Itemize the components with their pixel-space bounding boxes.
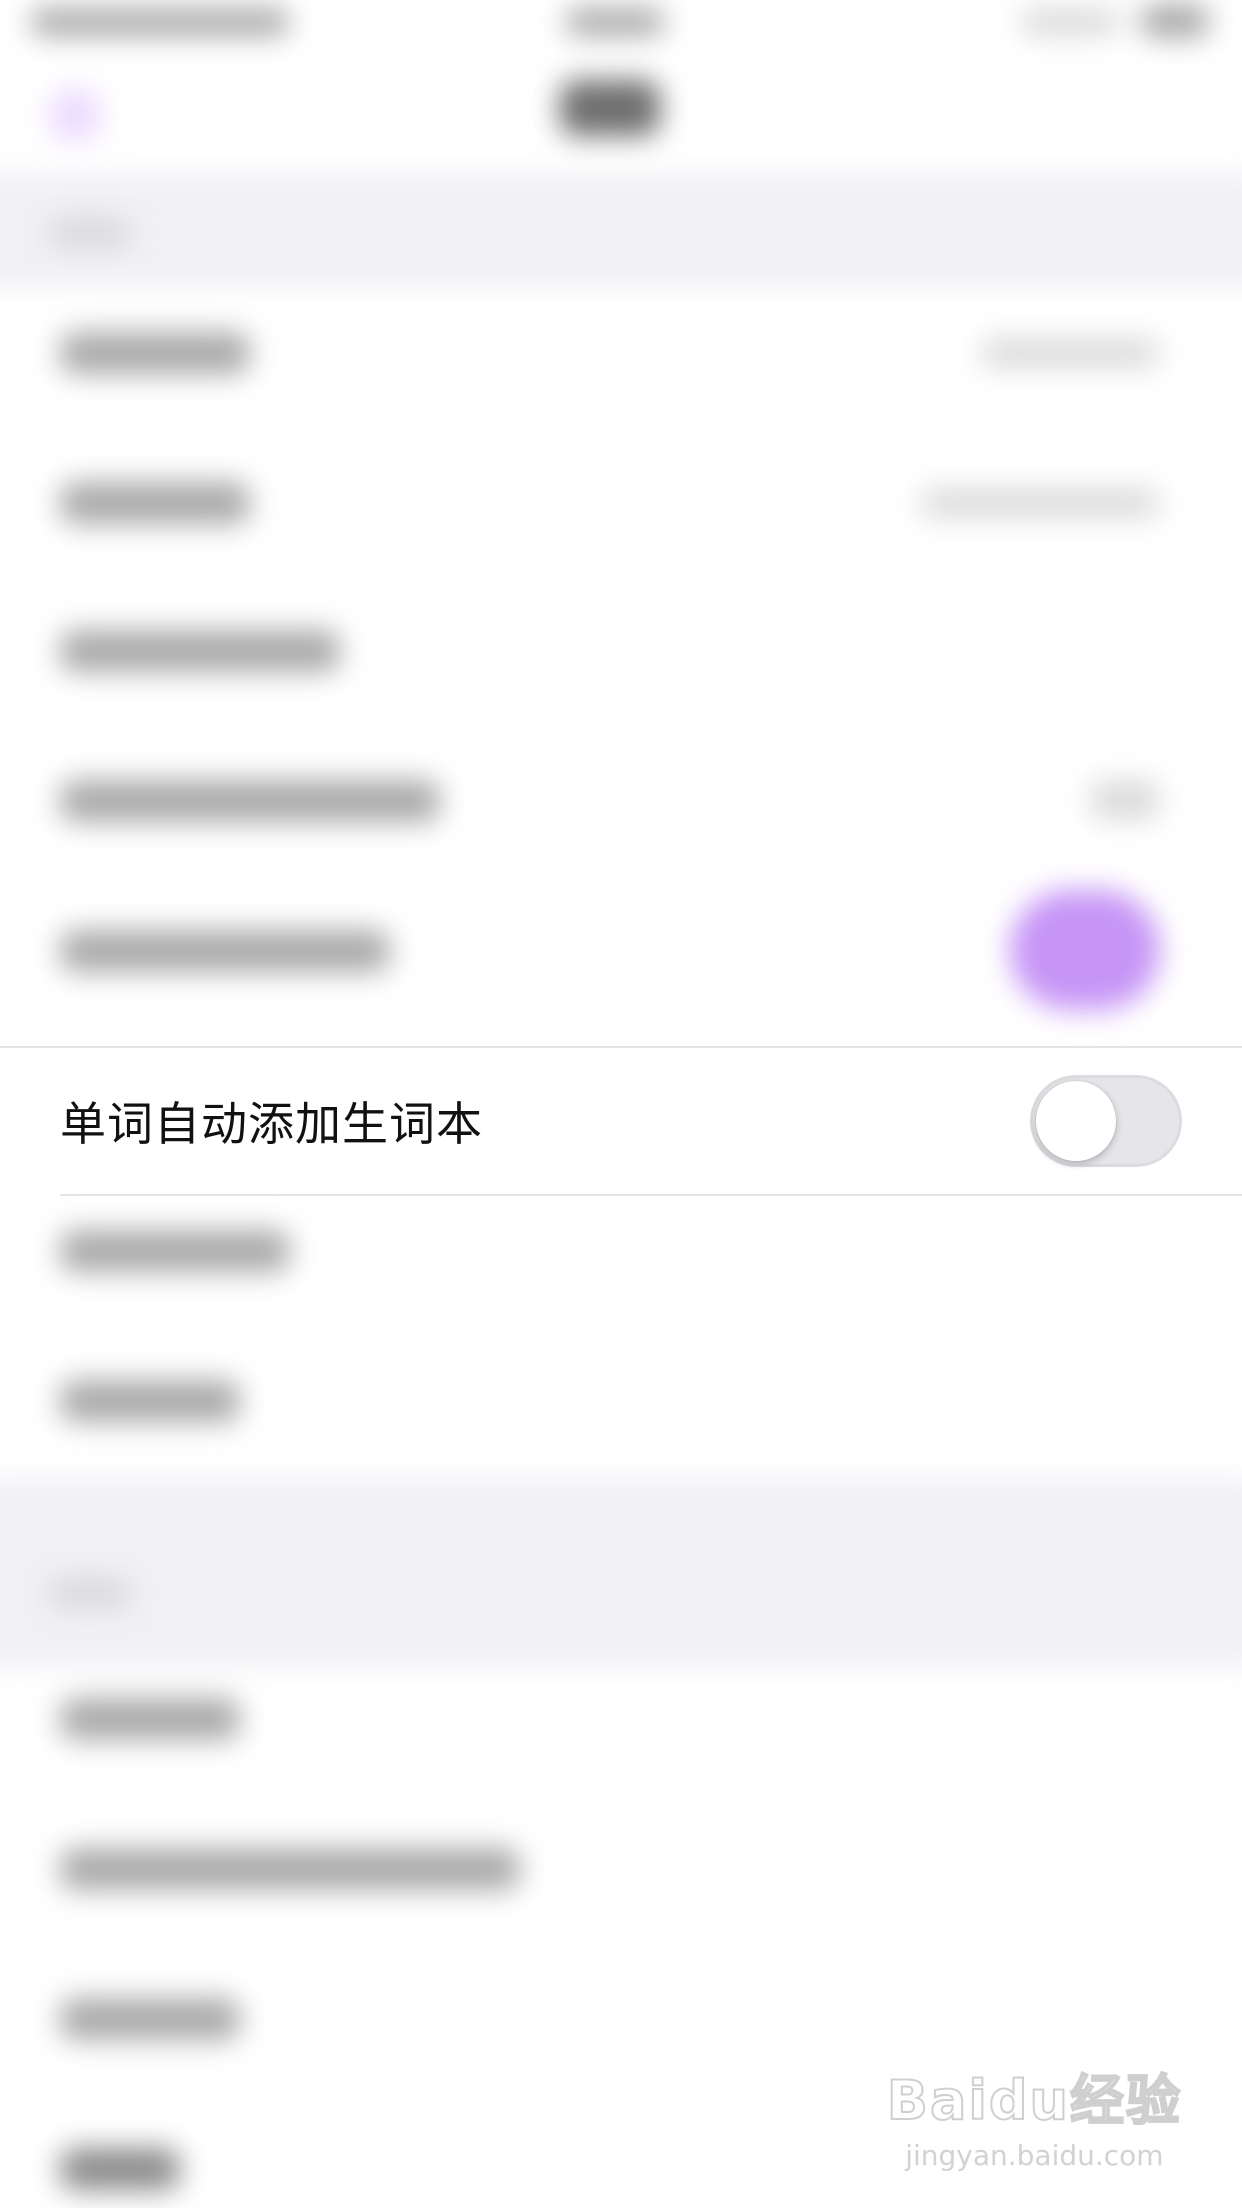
settings-row-4-chevron-icon [1090,780,1160,820]
settings-row-1-label [60,332,250,374]
section-header-2 [0,1480,1242,1665]
status-bar-indicators [1020,8,1120,36]
watermark-brand: Baidu经验 [886,2068,1182,2133]
settings-row-9-label [60,1698,240,1740]
row-divider-top [0,1046,1242,1048]
auto-add-vocabulary-toggle[interactable] [1030,1075,1182,1167]
settings-row-3-label [60,630,340,672]
settings-row-4-label [60,780,440,822]
section-header-1 [0,175,1242,285]
settings-row-1-value [980,338,1160,368]
back-icon[interactable] [50,90,100,140]
settings-row-5-toggle-on[interactable] [1010,890,1160,1010]
settings-row-5-label [60,930,390,972]
settings-screen: 单词自动添加生词本 Baidu经验 jingyan.baidu.com [0,0,1242,2208]
nav-title [560,80,660,136]
settings-row-12-label [60,2148,180,2190]
baidu-jingyan-watermark: Baidu经验 jingyan.baidu.com [886,2056,1182,2172]
toggle-knob [1036,1081,1116,1161]
section-header-1-label [50,220,130,246]
settings-row-2-label [60,482,250,524]
auto-add-vocabulary-label: 单词自动添加生词本 [60,1097,483,1151]
status-bar-time [565,8,665,36]
settings-row-8-label [60,1380,240,1422]
row-divider-bottom [60,1194,1242,1196]
settings-row-auto-add-vocabulary[interactable]: 单词自动添加生词本 [0,1046,1242,1196]
settings-row-2-value [920,488,1160,518]
status-bar-carrier [30,8,290,36]
settings-row-11-label [60,1998,240,2040]
settings-row-10-label [60,1848,520,1890]
battery-icon [1140,4,1210,38]
watermark-site: jingyan.baidu.com [905,2139,1164,2172]
section-header-2-label [50,1580,130,1606]
settings-row-7-label [60,1230,290,1272]
